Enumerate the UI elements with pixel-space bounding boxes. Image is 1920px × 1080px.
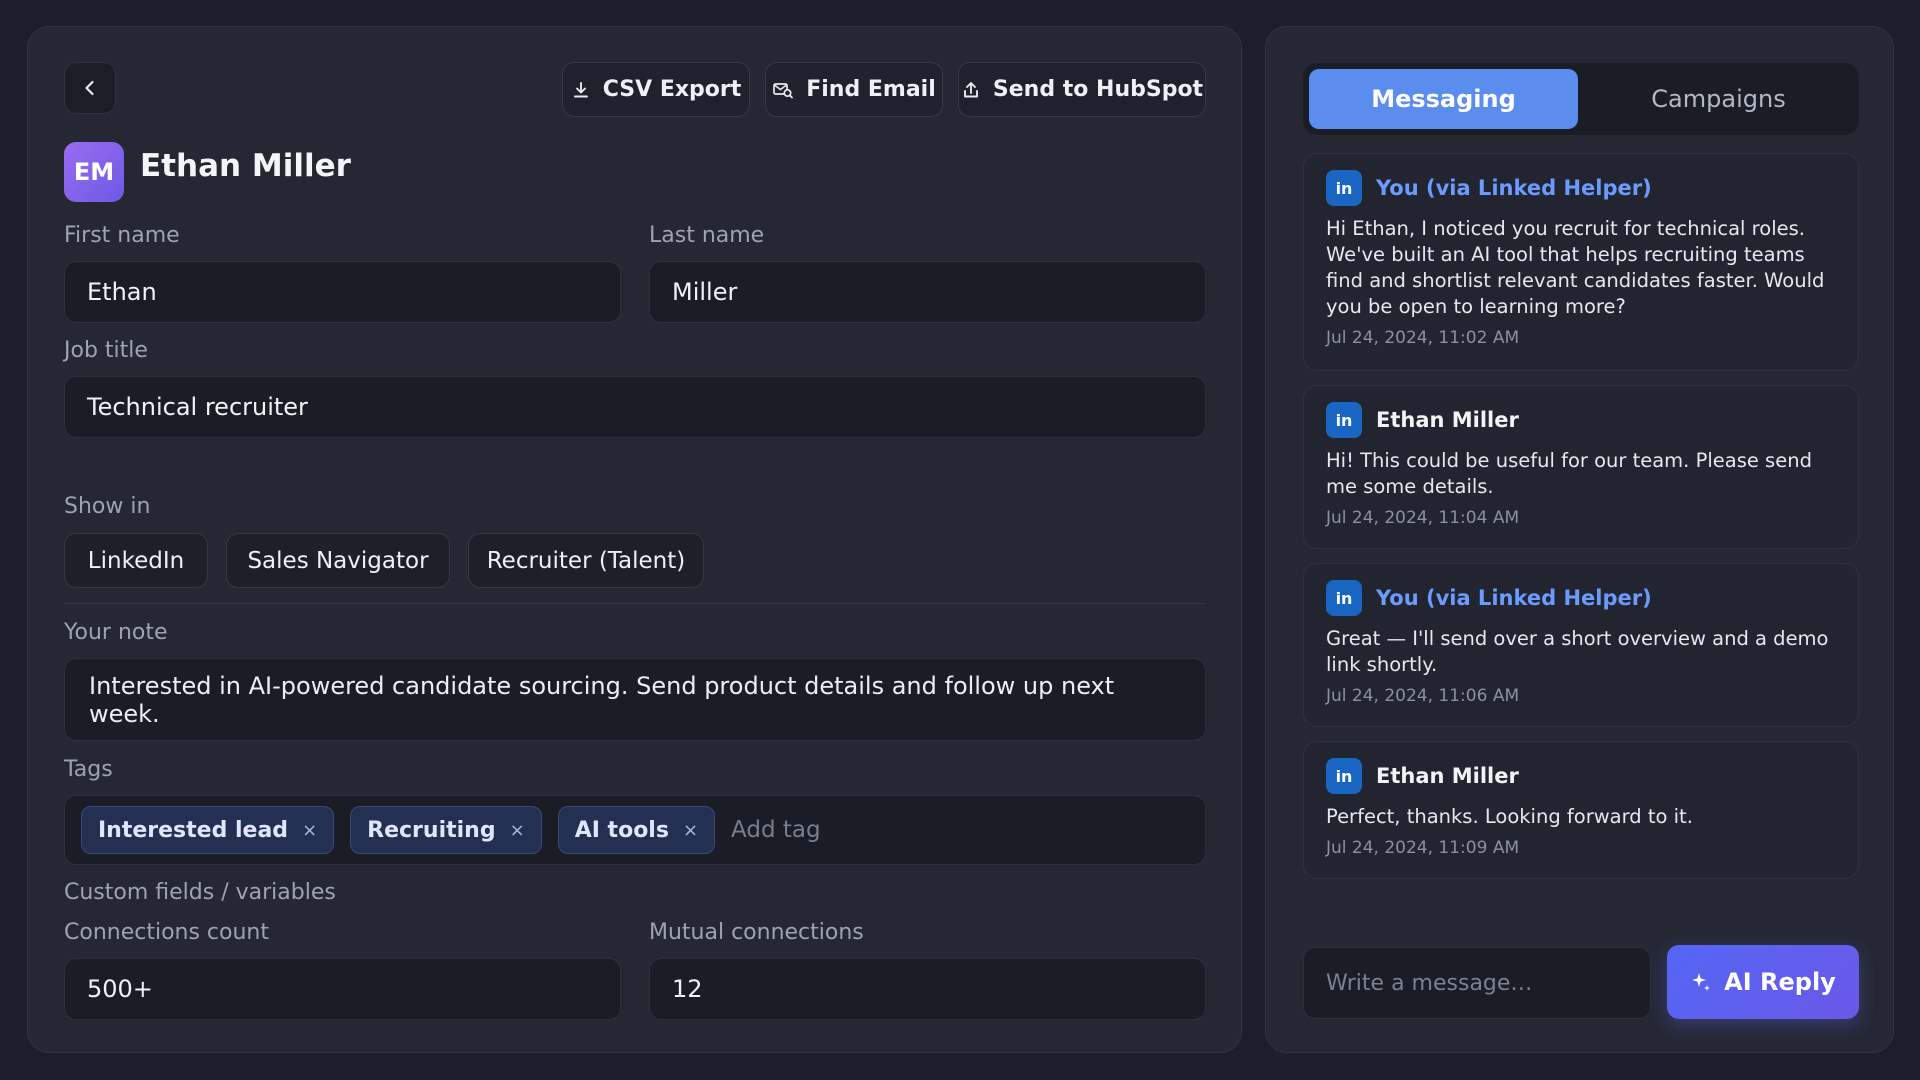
find-email-button[interactable]: Find Email [765, 62, 943, 117]
message-body: Perfect, thanks. Looking forward to it. [1326, 805, 1693, 828]
last-name-label: Last name [649, 223, 765, 248]
message-sender: Ethan Miller [1376, 408, 1519, 432]
chevron-left-icon [85, 80, 94, 96]
first-name-label: First name [64, 223, 180, 248]
message-sender: You (via Linked Helper) [1376, 176, 1652, 200]
your-note-label: Your note [64, 620, 168, 645]
custom-fields-label: Custom fields / variables [64, 880, 336, 905]
tag-recruiting: Recruiting × [350, 806, 542, 854]
mutual-connections-label: Mutual connections [649, 920, 864, 945]
message-sender: You (via Linked Helper) [1376, 586, 1652, 610]
show-in-recruiter[interactable]: Recruiter (Talent) [468, 533, 704, 588]
contact-name: Ethan Miller [140, 148, 351, 184]
message-timestamp: Jul 24, 2024, 11:09 AM [1326, 838, 1520, 858]
job-title-field[interactable]: Technical recruiter [64, 376, 1206, 438]
csv-export-button[interactable]: CSV Export [562, 62, 750, 117]
note-field[interactable]: Interested in AI-powered candidate sourc… [64, 658, 1206, 741]
sparkle-icon [1692, 973, 1711, 991]
tag-label: AI tools [574, 817, 669, 843]
tag-ai-tools: AI tools × [557, 806, 716, 854]
linkedin-icon: in [1326, 758, 1362, 794]
back-button[interactable] [64, 62, 116, 114]
first-name-field[interactable]: Ethan [64, 261, 621, 323]
contact-panel: CSV Export Find Email Send to HubSpot EM… [27, 26, 1242, 1053]
show-in-linkedin[interactable]: LinkedIn [64, 533, 208, 588]
csv-export-label: CSV Export [602, 77, 742, 102]
message-timestamp: Jul 24, 2024, 11:06 AM [1326, 686, 1520, 706]
message-input[interactable] [1326, 970, 1650, 996]
tags-field: Interested lead × Recruiting × AI tools … [64, 795, 1206, 865]
message-body: Hi! This could be useful for our team. P… [1326, 449, 1812, 498]
message-card: in Ethan Miller Perfect, thanks. Looking… [1303, 741, 1859, 879]
connections-count-field[interactable]: 500+ [64, 958, 621, 1020]
message-compose [1303, 947, 1651, 1019]
job-title-label: Job title [64, 338, 148, 363]
ai-reply-button[interactable]: AI Reply [1667, 945, 1859, 1019]
divider [64, 603, 1206, 604]
tab-messaging[interactable]: Messaging [1309, 69, 1578, 129]
tags-label: Tags [64, 757, 113, 782]
close-icon[interactable]: × [302, 820, 317, 841]
send-to-hubspot-button[interactable]: Send to HubSpot [958, 62, 1206, 117]
last-name-field[interactable]: Miller [649, 261, 1206, 323]
tag-label: Interested lead [98, 817, 289, 843]
message-sender: Ethan Miller [1376, 764, 1519, 788]
show-in-sales-navigator[interactable]: Sales Navigator [226, 533, 450, 588]
linkedin-icon: in [1326, 170, 1362, 206]
message-card: in Ethan Miller Hi! This could be useful… [1303, 385, 1859, 549]
add-tag-input[interactable] [731, 817, 1032, 843]
avatar-initials: EM [73, 158, 115, 186]
show-in-label: Show in [64, 494, 151, 519]
panel-tabs: Messaging Campaigns [1303, 63, 1859, 135]
mutual-connections-field[interactable]: 12 [649, 958, 1206, 1020]
upload-icon [963, 81, 978, 97]
tag-interested-lead: Interested lead × [81, 806, 335, 854]
email-search-icon [773, 82, 794, 98]
message-timestamp: Jul 24, 2024, 11:02 AM [1326, 328, 1520, 348]
message-card: in You (via Linked Helper) Great — I'll … [1303, 563, 1859, 727]
find-email-label: Find Email [806, 77, 936, 102]
message-body: Hi Ethan, I noticed you recruit for tech… [1326, 217, 1825, 318]
ai-reply-label: AI Reply [1724, 968, 1836, 996]
message-timestamp: Jul 24, 2024, 11:04 AM [1326, 508, 1520, 528]
send-to-hubspot-label: Send to HubSpot [992, 77, 1204, 102]
close-icon[interactable]: × [510, 820, 525, 841]
tag-label: Recruiting [367, 817, 496, 843]
close-icon[interactable]: × [683, 820, 698, 841]
messaging-panel: Messaging Campaigns in You (via Linked H… [1265, 26, 1894, 1053]
avatar: EM [64, 142, 124, 202]
linkedin-icon: in [1326, 580, 1362, 616]
linkedin-icon: in [1326, 402, 1362, 438]
message-card: in You (via Linked Helper) Hi Ethan, I n… [1303, 153, 1859, 371]
tab-campaigns[interactable]: Campaigns [1584, 69, 1853, 129]
download-icon [573, 81, 588, 97]
message-body: Great — I'll send over a short overview … [1326, 627, 1829, 676]
connections-count-label: Connections count [64, 920, 270, 945]
